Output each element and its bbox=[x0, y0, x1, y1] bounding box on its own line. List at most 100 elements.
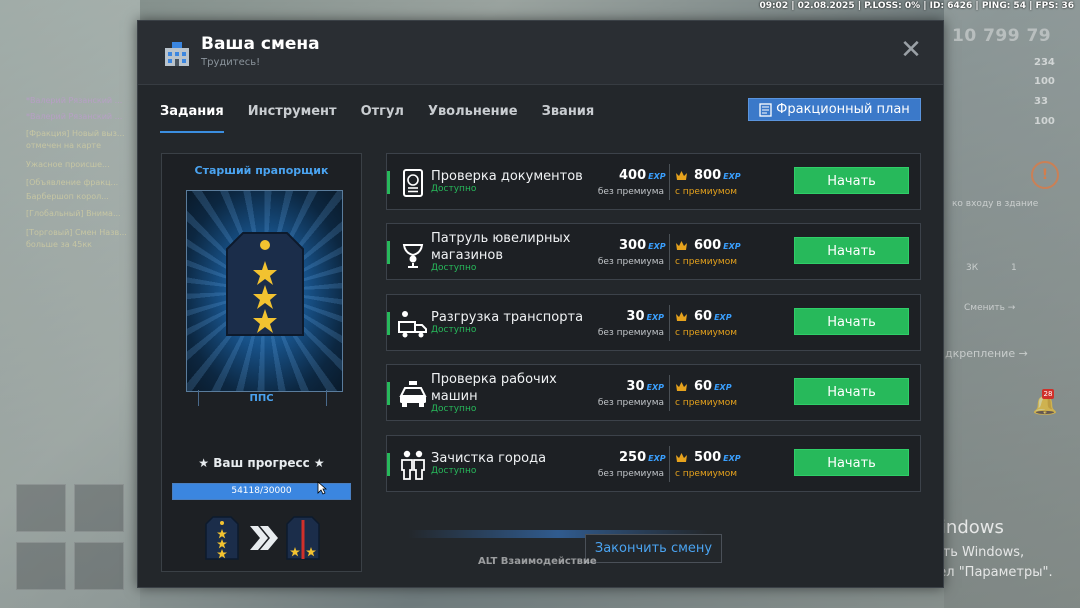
hud-stat: 100 bbox=[1034, 116, 1055, 127]
task-name: Патруль ювелирных магазинов bbox=[431, 231, 571, 263]
rank-unit: ППС bbox=[249, 393, 274, 404]
passport-icon bbox=[403, 169, 423, 197]
progress-label: ★ Ваш прогресс ★ bbox=[198, 456, 325, 470]
mouse-cursor-icon bbox=[317, 481, 327, 495]
tab-bar: Задания Инструмент Отгул Увольнение Зван… bbox=[160, 101, 618, 135]
chat-line: [Фракция] Новый выз... bbox=[26, 129, 125, 138]
rank-insignia-frame bbox=[186, 190, 343, 392]
exp-basic-label: без премиума bbox=[597, 469, 664, 479]
rank-card: Старший прапорщик ППС ★ Ваш прогресс ★ 5… bbox=[161, 153, 362, 572]
task-name: Проверка документов bbox=[431, 169, 583, 184]
status-bar: 09:02 | 02.08.2025 | P.LOSS: 0% | ID: 64… bbox=[759, 1, 1074, 11]
exp-premium: 60 EXP bbox=[694, 309, 732, 324]
crown-icon bbox=[676, 453, 687, 462]
exp-basic-label: без премиума bbox=[597, 187, 664, 197]
dialog-title: Ваша смена bbox=[201, 34, 320, 54]
task-row: Зачистка города Доступно 250 EXP без прем… bbox=[386, 435, 921, 492]
hud-stat: 100 bbox=[1034, 76, 1055, 87]
exp-basic: 30 EXP bbox=[626, 309, 664, 324]
exp-premium-label: с премиумом bbox=[675, 398, 737, 408]
shift-dialog: Ваша смена Трудитесь! ✕ Задания Инструме… bbox=[137, 20, 944, 588]
tab-ranks[interactable]: Звания bbox=[542, 101, 595, 133]
exp-basic-label: без премиума bbox=[597, 257, 664, 267]
chat-line: *Валерий Рязанский ... bbox=[26, 112, 123, 121]
warning-icon: ! bbox=[1031, 161, 1059, 189]
exp-basic: 250 EXP bbox=[619, 450, 666, 465]
tab-tasks[interactable]: Задания bbox=[160, 101, 224, 133]
task-name: Разгрузка транспорта bbox=[431, 310, 584, 325]
reinforcement-hint: дкрепление → bbox=[945, 347, 1028, 360]
switch-hint: Сменить → bbox=[964, 303, 1016, 313]
hud-stat: 33 bbox=[1034, 96, 1048, 107]
task-status: Доступно bbox=[431, 404, 477, 414]
faction-plan-label: Фракционный план bbox=[776, 102, 910, 117]
item-count: 1 bbox=[1011, 263, 1017, 273]
start-button[interactable]: Начать bbox=[794, 308, 909, 335]
exp-premium-label: с премиумом bbox=[675, 469, 737, 479]
double-chevron-right-icon bbox=[250, 526, 278, 550]
item-count: 3К bbox=[966, 263, 979, 273]
task-status: Доступно bbox=[431, 263, 477, 273]
document-icon bbox=[759, 102, 772, 117]
exp-premium: 500 EXP bbox=[694, 450, 741, 465]
current-rank-icon bbox=[205, 516, 239, 560]
building-icon bbox=[165, 42, 189, 66]
chat-line: Ужасное происше... bbox=[26, 160, 110, 169]
task-row: Разгрузка транспорта Доступно 30 EXP без … bbox=[386, 294, 921, 351]
exp-premium: 60 EXP bbox=[694, 379, 732, 394]
start-button[interactable]: Начать bbox=[794, 378, 909, 405]
rank-title: Старший прапорщик bbox=[194, 164, 329, 177]
notification-badge: 28 bbox=[1042, 389, 1054, 399]
exp-basic: 400 EXP bbox=[619, 168, 666, 183]
exp-premium-label: с премиумом bbox=[675, 187, 737, 197]
inventory-slot bbox=[16, 542, 66, 590]
inventory-slot bbox=[74, 484, 124, 532]
crown-icon bbox=[676, 241, 687, 250]
faction-plan-button[interactable]: Фракционный план bbox=[748, 98, 921, 121]
task-name: Проверка рабочих машин bbox=[431, 372, 557, 404]
start-button[interactable]: Начать bbox=[794, 167, 909, 194]
people-icon bbox=[401, 450, 425, 480]
task-row: Проверка рабочих машин Доступно 30 EXP бе… bbox=[386, 364, 921, 421]
task-row: Патруль ювелирных магазинов Доступно 300… bbox=[386, 223, 921, 280]
start-button[interactable]: Начать bbox=[794, 237, 909, 264]
exp-premium: 600 EXP bbox=[694, 238, 741, 253]
task-status: Доступно bbox=[431, 184, 477, 194]
exp-basic-label: без премиума bbox=[597, 328, 664, 338]
start-button[interactable]: Начать bbox=[794, 449, 909, 476]
chat-line: отмечен на карте bbox=[26, 141, 102, 150]
chat-line: [Глобальный] Внима... bbox=[26, 209, 121, 218]
exp-premium: 800 EXP bbox=[694, 168, 741, 183]
tab-dismissal[interactable]: Увольнение bbox=[428, 101, 518, 133]
close-icon[interactable]: ✕ bbox=[899, 37, 923, 63]
exp-premium-label: с премиумом bbox=[675, 328, 737, 338]
exp-basic: 300 EXP bbox=[619, 238, 666, 253]
hud-stat: 234 bbox=[1034, 57, 1055, 68]
chat-line: больше за 45кк bbox=[26, 240, 92, 249]
money-display: 10 799 79 bbox=[952, 26, 1052, 46]
inventory-slot bbox=[74, 542, 124, 590]
crown-icon bbox=[676, 382, 687, 391]
chat-line: *Валерий Рязанский ... bbox=[26, 96, 123, 105]
inventory-slot bbox=[16, 484, 66, 532]
task-status: Доступно bbox=[431, 466, 477, 476]
exp-basic-label: без премиума bbox=[597, 398, 664, 408]
shoulder-strap-icon bbox=[226, 232, 304, 336]
crown-icon bbox=[676, 171, 687, 180]
dialog-subtitle: Трудитесь! bbox=[201, 57, 261, 68]
crown-icon bbox=[676, 312, 687, 321]
jewelry-icon bbox=[402, 244, 424, 268]
tab-day-off[interactable]: Отгул bbox=[361, 101, 404, 133]
chat-line: [Торговый] Смен Назв... bbox=[26, 228, 127, 237]
entrance-hint: ко входу в здание bbox=[952, 199, 1039, 209]
interaction-hint: ALT Взаимодействие bbox=[478, 556, 597, 567]
task-name: Зачистка города bbox=[431, 451, 547, 466]
exp-premium-label: с премиумом bbox=[675, 257, 737, 267]
next-rank-icon bbox=[286, 516, 320, 560]
finish-shift-button[interactable]: Закончить смену bbox=[585, 534, 722, 563]
car-icon bbox=[399, 381, 427, 407]
chat-line: Барбершоп корол... bbox=[26, 192, 109, 201]
task-status: Доступно bbox=[431, 325, 477, 335]
truck-icon bbox=[398, 311, 427, 338]
tab-tools[interactable]: Инструмент bbox=[248, 101, 337, 133]
